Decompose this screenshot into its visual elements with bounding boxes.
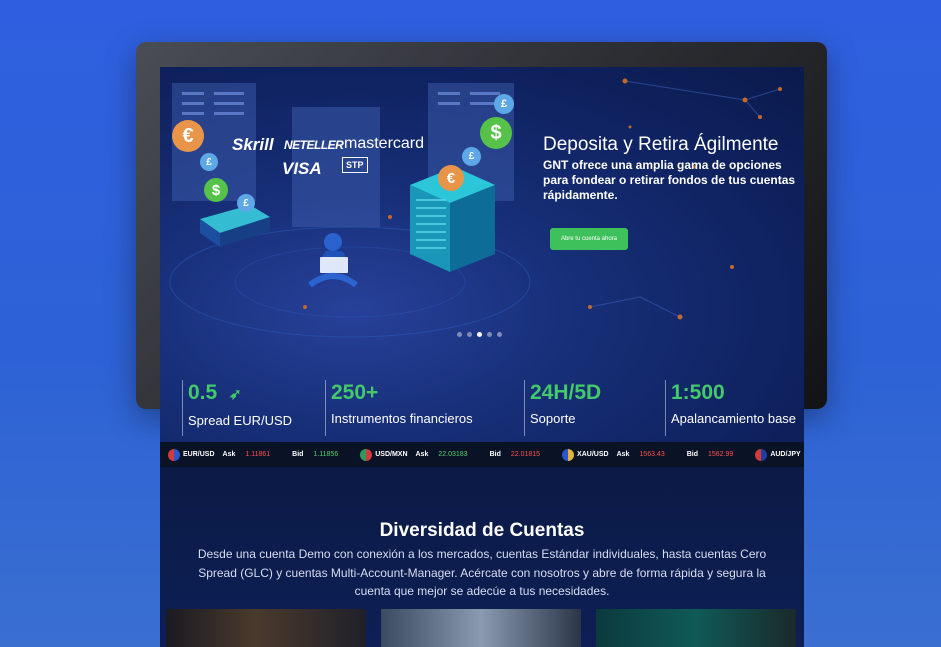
bid-price: 22.01815 xyxy=(510,451,541,458)
pound-coin-icon: £ xyxy=(494,94,514,114)
ticker-pair: EUR/USD xyxy=(183,451,215,458)
visa-logo: VISA xyxy=(282,159,322,178)
hero-description: GNT ofrece una amplia gama de opciones p… xyxy=(543,158,796,202)
account-card-image[interactable] xyxy=(381,609,581,647)
stat-label: Spread EUR/USD xyxy=(188,413,293,428)
ask-label: Ask xyxy=(415,451,429,458)
skrill-logo: Skrill xyxy=(232,135,274,154)
ticker-pair: AUD/JPY xyxy=(770,451,801,458)
rocket-icon: ➶ xyxy=(229,386,242,403)
eur-usd-flag-icon xyxy=(168,448,180,461)
stat-label: Soporte xyxy=(530,411,576,426)
open-account-button[interactable]: Abre tu cuenta ahora xyxy=(550,228,628,250)
mastercard-logo: mastercard xyxy=(344,135,425,152)
section-description: Desde una cuenta Demo con conexión a los… xyxy=(197,547,767,598)
stat-value: 24H/5D xyxy=(530,381,602,404)
carousel-dot[interactable] xyxy=(467,332,472,337)
carousel-dot[interactable] xyxy=(487,332,492,337)
stat-value: 0.5 xyxy=(188,381,218,404)
bid-label: Bid xyxy=(686,451,698,458)
account-card-image[interactable] xyxy=(166,609,366,647)
euro-coin-icon: € xyxy=(438,165,464,191)
aud-jpy-flag-icon xyxy=(755,448,768,461)
bid-price: 1562.99 xyxy=(708,451,734,458)
stat-instruments: 250+ Instrumentos financieros xyxy=(325,380,473,436)
ask-price: 1563.43 xyxy=(639,451,665,458)
hero-copy: Deposita y Retira Ágilmente GNT ofrece u… xyxy=(543,133,804,203)
neteller-logo: NETELLER xyxy=(284,138,344,152)
stats-bar: 0.5 ➶ Spread EUR/USD 250+ Instrumentos f… xyxy=(160,380,804,442)
ask-label: Ask xyxy=(616,451,630,458)
pound-coin-icon: £ xyxy=(200,153,218,171)
website-screen: € £ $ £ £ $ £ € Skrill NETELLER masterca… xyxy=(160,67,804,647)
bid-label: Bid xyxy=(489,451,501,458)
carousel-dots xyxy=(457,332,502,337)
ticker-pair: XAU/USD xyxy=(577,451,609,458)
usd-mxn-flag-icon xyxy=(360,448,373,461)
ticker-item[interactable]: USD/MXN Ask 22.03183 Bid 22.01815 xyxy=(360,448,541,461)
bid-label: Bid xyxy=(292,451,304,458)
section-title: Diversidad de Cuentas xyxy=(379,520,585,541)
ticker-item[interactable]: XAU/USD Ask 1563.43 Bid 1562.99 xyxy=(562,448,734,461)
bid-price: 1.11856 xyxy=(313,451,339,458)
dollar-coin-icon: $ xyxy=(204,178,228,202)
euro-coin-icon: € xyxy=(172,120,204,152)
hero-title: Deposita y Retira Ágilmente xyxy=(543,134,779,155)
dollar-coin-icon: $ xyxy=(480,117,512,149)
stat-label: Apalancamiento base xyxy=(671,411,797,426)
carousel-dot-active[interactable] xyxy=(477,332,482,337)
carousel-dot[interactable] xyxy=(457,332,462,337)
stat-label: Instrumentos financieros xyxy=(331,411,473,426)
price-ticker: EUR/USD Ask 1.11861 Bid 1.11856 USD/MXN … xyxy=(160,442,804,467)
carousel-dot[interactable] xyxy=(497,332,502,337)
accounts-section: Diversidad de Cuentas Desde una cuenta D… xyxy=(160,467,804,647)
stat-value: 250+ xyxy=(331,381,379,404)
stat-value: 1:500 xyxy=(671,381,725,404)
ask-price: 1.11861 xyxy=(245,451,271,458)
stat-spread: 0.5 ➶ Spread EUR/USD xyxy=(182,380,292,436)
hero-banner: € £ $ £ £ $ £ € Skrill NETELLER masterca… xyxy=(160,67,804,442)
pound-coin-icon: £ xyxy=(237,194,255,212)
ticker-pair: USD/MXN xyxy=(375,451,408,458)
ask-price: 22.03183 xyxy=(438,451,468,458)
pound-coin-icon: £ xyxy=(462,147,481,166)
stat-support: 24H/5D Soporte xyxy=(524,380,601,436)
ask-label: Ask xyxy=(222,451,236,458)
stat-leverage: 1:500 Apalancamiento base xyxy=(665,380,796,436)
stp-logo: STP xyxy=(342,157,368,173)
xau-usd-flag-icon xyxy=(562,448,575,461)
ticker-item[interactable]: AUD/JPY xyxy=(755,448,804,461)
ticker-item[interactable]: EUR/USD Ask 1.11861 Bid 1.11856 xyxy=(168,448,339,461)
account-card-image[interactable] xyxy=(596,609,796,647)
